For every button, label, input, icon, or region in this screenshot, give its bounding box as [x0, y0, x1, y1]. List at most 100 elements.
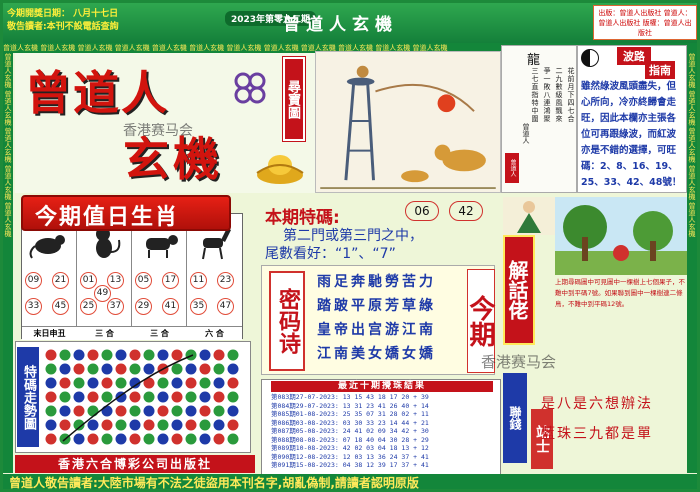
trend-ball	[171, 349, 183, 361]
trend-ball	[45, 391, 57, 403]
special-hint: 第二門或第三門之中，	[283, 228, 423, 244]
result-row: 第089期10-08-2023: 42 02 03 04 18 13 + 12	[271, 444, 429, 452]
forest-picture	[555, 197, 687, 275]
result-row: 第086期03-08-2023: 03 30 33 23 14 44 + 21	[271, 418, 429, 427]
trend-ball	[171, 419, 183, 431]
zodiac-number: 35	[190, 298, 207, 315]
trend-ball	[143, 363, 155, 375]
tips-text: 雖然綠波風頭盡失，但心所向，冷亦終歸會走旺，因此本欄亦主張各位可再跟綠波，而紅波…	[581, 81, 682, 188]
secret-poem-line: 江南美女嬌女嬌	[317, 346, 436, 362]
trend-ball	[171, 433, 183, 445]
trend-ball	[171, 405, 183, 417]
watermark: 香港赛马会	[123, 123, 193, 139]
trend-ball	[73, 433, 85, 445]
trend-ball	[59, 349, 71, 361]
trend-ball	[87, 433, 99, 445]
trend-ball	[143, 419, 155, 431]
today-zodiac-title: 今期值日生肖	[35, 204, 180, 230]
tips-subtitle: 指南	[645, 61, 675, 79]
trend-ball	[115, 363, 127, 375]
trend-ball	[87, 405, 99, 417]
trend-ball	[59, 363, 71, 375]
trend-ball	[45, 433, 57, 445]
zodiac-number: 37	[107, 298, 124, 315]
riddle-label: 解話佬	[503, 235, 535, 345]
trend-ball	[45, 419, 57, 431]
zodiac-footer: 末日申丑	[22, 326, 77, 340]
logo-line-1: 曾道人	[25, 66, 169, 120]
zodiac-number: 49	[94, 285, 111, 302]
reader-notice: 敬告讀者:本刊不設電話查詢	[7, 22, 119, 32]
zodiac-number: 29	[135, 298, 152, 315]
trend-ball	[157, 377, 169, 389]
secret-poem-line: 雨足奔馳勞苦力	[317, 274, 436, 290]
zodiac-footer: 三 合	[132, 326, 187, 340]
trend-ball	[115, 433, 127, 445]
zodiac-cell-monkey: 01 13 49 25 37 三 合	[77, 214, 132, 340]
trend-ball	[213, 363, 225, 375]
gold-ingot-icon	[256, 155, 304, 184]
zodiac-number: 11	[190, 272, 207, 289]
trend-ball	[157, 433, 169, 445]
sage-picture	[503, 197, 555, 235]
trend-ball	[73, 349, 85, 361]
trend-ball	[199, 419, 211, 431]
trend-ball	[129, 419, 141, 431]
lottery-date: 今期開獎日期： 八月十七日	[7, 9, 119, 19]
trend-ball	[199, 433, 211, 445]
trend-ball	[87, 377, 99, 389]
result-row: 第083期27-07-2023: 13 15 43 18 17 20 + 39	[271, 393, 429, 401]
trend-ball	[227, 433, 239, 445]
result-row: 第085期01-08-2023: 25 35 07 31 28 02 + 11	[271, 410, 429, 418]
trend-ball	[59, 377, 71, 389]
coin-chain-icon	[234, 72, 266, 104]
trend-ball	[101, 405, 113, 417]
trend-ball	[73, 391, 85, 403]
trend-ball	[115, 349, 127, 361]
trend-ball	[101, 377, 113, 389]
gems-label: 聯錢	[503, 373, 527, 463]
trend-ball	[143, 349, 155, 361]
trend-ball-grid	[45, 349, 239, 445]
left-ribbon: 曾道人玄機 曾道人玄機 曾道人玄機 曾道人玄機 曾道人玄機	[3, 53, 13, 473]
trend-ball	[213, 433, 225, 445]
trend-ball	[101, 349, 113, 361]
trend-ball	[199, 363, 211, 375]
riddle-text: 上期尋碼圖中可見圖中一棵樹上七個果子，不難中到平碼7號。如果聯到圖中一棵樹連二條…	[555, 278, 685, 308]
zodiac-footer: 六 合	[187, 326, 242, 340]
trend-ball	[171, 363, 183, 375]
trend-ball	[157, 419, 169, 431]
newspaper-page: 今期開獎日期： 八月十七日 敬告讀者:本刊不設電話查詢 2023年第零九二期 曾…	[0, 0, 700, 492]
trend-ball	[59, 391, 71, 403]
trend-ball	[227, 377, 239, 389]
results-header: 最近十期攪珠結果	[271, 381, 493, 392]
publisher-box: 出版：曾道人出版社 曾道人：曾道人出版社 版權：曾道人出版社	[593, 5, 697, 40]
trend-ball	[185, 433, 197, 445]
zodiac-cell-ox: 05 17 29 41 三 合	[132, 214, 187, 340]
trend-ball	[101, 391, 113, 403]
yin-yang-icon	[581, 49, 599, 67]
trend-ball	[129, 405, 141, 417]
zodiac-number: 13	[107, 272, 124, 289]
zodiac-cell-rat: 09 21 33 45 末日申丑	[22, 214, 77, 340]
trend-ball	[171, 391, 183, 403]
zodiac-number: 25	[80, 298, 97, 315]
riddle-painting	[315, 51, 501, 193]
special-tail-hint: 尾數看好：“1”、“7”	[265, 246, 396, 262]
trend-ball	[213, 419, 225, 431]
trend-ball	[45, 363, 57, 375]
gems-line: 是八是六想辦法	[541, 396, 653, 412]
poem-line: 爭一敗八連鴻聚	[543, 67, 551, 123]
zodiac-number: 33	[25, 298, 42, 315]
trend-ball	[185, 419, 197, 431]
trend-ball	[45, 405, 57, 417]
trend-ball	[59, 405, 71, 417]
trend-ball	[129, 433, 141, 445]
trend-label: 特碼走勢圖	[17, 347, 39, 447]
result-row: 第091期15-08-2023: 04 38 12 39 17 37 + 41	[271, 461, 429, 469]
trend-ball	[129, 363, 141, 375]
special-number: 06	[405, 201, 439, 221]
trend-ball	[227, 363, 239, 375]
trend-ball	[227, 391, 239, 403]
trend-ball	[157, 391, 169, 403]
